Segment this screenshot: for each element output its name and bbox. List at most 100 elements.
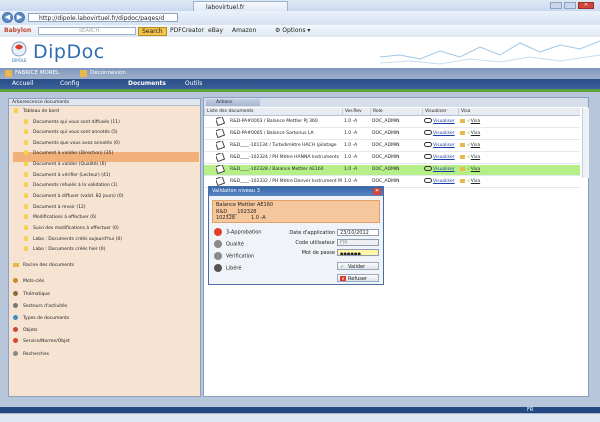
table-row[interactable]: R&D____-101134 / Turbidimètre HACH (pilo… (204, 141, 580, 152)
user-icon (5, 70, 12, 77)
table-row[interactable]: R&D-PA#0005 / Balance Sartorius LA 1.0 -A… (204, 129, 580, 140)
tree-item[interactable]: Objets (13, 326, 38, 336)
table-row[interactable]: R&D____-102328 / Balance Mettler AE160 1.… (204, 165, 580, 176)
document-role: DOC_ADMIN (372, 143, 400, 148)
document-name[interactable]: R&D-PA#0005 / Balance Sartorius LA (230, 129, 342, 139)
close-icon[interactable]: ✕ (373, 188, 381, 195)
col-version[interactable]: Ver.Rev (342, 108, 370, 115)
bulb-icon (24, 182, 28, 187)
maximize-button[interactable] (564, 2, 576, 9)
ebay-link[interactable]: eBay (208, 27, 223, 35)
tree-item[interactable]: Recherches (13, 350, 49, 360)
table-scrollbar[interactable] (582, 108, 589, 178)
tree-item[interactable]: Thématique (13, 290, 50, 300)
tree-item[interactable]: Document à diffuser (valid. 82 jours) (0… (24, 192, 124, 202)
password-field[interactable]: ●●●●●● (337, 249, 379, 256)
tree-item[interactable]: Documents que vous avez annotés (0) (24, 139, 120, 149)
pdfcreator-link[interactable]: PDFCreator (170, 27, 204, 35)
visa-link[interactable]: ✓Visa (460, 165, 500, 175)
tree-item[interactable]: Labo : Documents créés aujourd'hui (0) (24, 235, 122, 245)
tree-item[interactable]: Mots-clés (13, 277, 44, 287)
url-input[interactable]: http://dipole.labovirtuel.fr/dipdoc/page… (28, 13, 178, 22)
logout-link[interactable]: Déconnexion (90, 68, 126, 79)
visa-link[interactable]: ✓Visa (460, 153, 500, 163)
tree-item[interactable]: Types de documents (13, 314, 69, 324)
table-row[interactable]: R&D-PA#0003 / Balance Mettler PJ 360 1.0 … (204, 117, 580, 128)
tab-label: labovirtuel.fr (206, 4, 245, 11)
eye-icon (424, 118, 432, 123)
tree-item-label: Tableau de bord (23, 109, 59, 114)
table-row[interactable]: R&D____-102324 / PH Mètre HANNA Instrume… (204, 153, 580, 164)
tree-item-label: Recherches (23, 352, 49, 357)
document-name[interactable]: R&D____-101134 / Turbidimètre HACH (pilo… (230, 141, 342, 151)
minimize-button[interactable] (550, 2, 562, 9)
tree-item[interactable]: Document à valider (Qualité) (6) (24, 160, 106, 170)
amazon-link[interactable]: Amazon (232, 27, 256, 35)
tree-item[interactable]: Document à vérifier (Lecteur) (41) (24, 171, 110, 181)
tree-item-label: Document à revoir (12) (33, 205, 86, 210)
document-name[interactable]: R&D____-102324 / PH Mètre HANNA Instrume… (230, 153, 342, 163)
document-role: DOC_ADMIN (372, 167, 400, 172)
back-icon[interactable]: ◀ (2, 12, 13, 23)
user-code-field[interactable]: FM (337, 239, 379, 246)
bulb-icon (24, 236, 28, 241)
view-link[interactable]: Visualiser (424, 153, 458, 163)
toolbar-search-input[interactable]: SEARCH (38, 27, 136, 35)
view-link[interactable]: Visualiser (424, 177, 458, 187)
menu-documents[interactable]: Documents (118, 79, 166, 89)
tree-item[interactable]: Modifications à effectuer (6) (24, 213, 97, 223)
bulb-icon (24, 119, 28, 124)
eye-icon (424, 142, 432, 147)
visa-link[interactable]: ✓Visa (460, 129, 500, 139)
window-controls: ✕ (548, 1, 598, 10)
tree-item[interactable]: Documents qui vous sont diffusés (11) (24, 118, 120, 128)
validate-label: Valider (348, 264, 366, 270)
reject-button[interactable]: ✕ Refuser (337, 274, 379, 282)
view-link[interactable]: Visualiser (424, 129, 458, 139)
visa-label: Visa (470, 143, 481, 148)
forward-icon[interactable]: ▶ (14, 12, 25, 23)
tree-item[interactable]: Labo : Documents créés hier (0) (24, 245, 105, 255)
tree-item[interactable]: Documents refusés à la validation (1) (24, 181, 118, 191)
tree-item[interactable]: Service/Norme/Objet (13, 337, 70, 347)
tree-item[interactable]: Document à revoir (12) (24, 203, 86, 213)
actions-bar: Actions (204, 98, 588, 107)
col-documents[interactable]: Liste des documents (204, 108, 342, 115)
tree-item-label: Document à valider (Qualité) (6) (33, 162, 107, 167)
menu-outils[interactable]: Outils (175, 79, 202, 89)
document-name[interactable]: R&D____-102328 / Balance Mettler AE160 (230, 165, 342, 175)
visa-label: Visa (470, 179, 481, 184)
document-name[interactable]: R&D-PA#0003 / Balance Mettler PJ 360 (230, 117, 342, 127)
col-view[interactable]: Visualiser (422, 108, 458, 115)
user-bar: FABRICE MOREL Déconnexion (0, 68, 600, 79)
col-visa[interactable]: Visa (458, 108, 580, 115)
tree-item[interactable]: Suivi des modifications à effectuer (0) (24, 224, 119, 234)
menu-accueil[interactable]: Accueil (2, 79, 33, 89)
view-link[interactable]: Visualiser (424, 141, 458, 151)
options-menu[interactable]: ⚙ Options ▾ (275, 27, 310, 35)
tree-item[interactable]: Document à valider (Direction) (35) (24, 149, 113, 159)
bulb-icon (24, 246, 28, 251)
col-role[interactable]: Role (370, 108, 422, 115)
tree-item[interactable]: Tableau de bord (14, 107, 59, 117)
menu-accueil-label: Accueil (12, 80, 34, 87)
view-link[interactable]: Visualiser (424, 117, 458, 127)
tree-item[interactable]: Secteurs d'activités (13, 302, 67, 312)
visa-link[interactable]: ✓Visa (460, 141, 500, 151)
date-field[interactable]: 23/10/2012 (337, 229, 379, 236)
dipole-logo-icon: DIPOLE (10, 40, 28, 64)
view-link[interactable]: Visualiser (424, 165, 458, 175)
visa-link[interactable]: ✓Visa (460, 117, 500, 127)
window-titlebar (0, 0, 600, 11)
tree-item[interactable]: Racine des documents (13, 261, 74, 271)
visa-link[interactable]: ✓Visa (460, 177, 500, 187)
close-window-button[interactable]: ✕ (578, 2, 594, 9)
validate-button[interactable]: ✓ Valider (337, 262, 379, 270)
visa-label: Visa (470, 155, 481, 160)
menu-config[interactable]: Config (50, 79, 79, 89)
tree-item[interactable]: Documents qui vous sont annotés (5) (24, 128, 118, 138)
search-button[interactable]: Search (138, 27, 167, 36)
actions-button[interactable]: Actions (206, 99, 260, 106)
verification-icon (214, 252, 222, 260)
visa-label: Visa (470, 131, 481, 136)
